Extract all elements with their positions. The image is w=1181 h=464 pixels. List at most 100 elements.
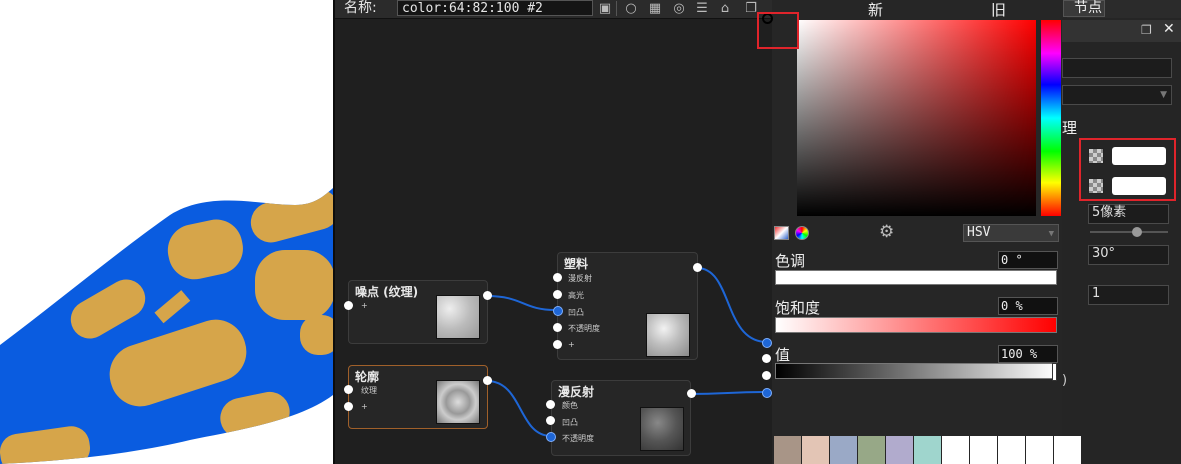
preset-swatch[interactable] [942, 436, 969, 464]
input-port[interactable] [344, 385, 353, 394]
count-field[interactable]: 1 [1088, 285, 1169, 305]
angle-field[interactable]: 30° [1088, 245, 1169, 265]
input-port[interactable] [553, 273, 562, 282]
highlight-box [1079, 138, 1176, 201]
port-label: + [568, 340, 575, 349]
input-port-connected[interactable] [546, 432, 556, 442]
port-label: 不透明度 [568, 324, 600, 333]
paren-text: ) [1062, 373, 1068, 388]
saturation-value-field[interactable]: 0 % [998, 297, 1058, 315]
saturation-value-area[interactable] [797, 20, 1036, 216]
input-port[interactable] [553, 340, 562, 349]
preset-swatch[interactable] [858, 436, 885, 464]
pixel-size-field[interactable]: 5像素 [1088, 204, 1169, 224]
saturation-slider[interactable] [775, 317, 1057, 333]
3d-viewport[interactable] [0, 0, 333, 464]
node-diffuse[interactable]: 漫反射 颜色 凹凸 不透明度 [551, 380, 691, 456]
input-port[interactable] [546, 400, 555, 409]
port-label: 凹凸 [562, 418, 578, 427]
name-label: 名称: [344, 0, 377, 16]
node-plastic-material[interactable]: 塑料 漫反射 高光 凹凸 不透明度 + [557, 252, 698, 360]
input-port[interactable] [344, 402, 353, 411]
old-color-label: 旧 [991, 1, 1007, 19]
checker-icon[interactable]: ▦ [647, 1, 663, 16]
preset-swatch[interactable] [1026, 436, 1053, 464]
sphere-icon[interactable]: ○ [623, 1, 639, 16]
close-icon[interactable]: ✕ [1163, 21, 1175, 37]
preset-swatch[interactable] [802, 436, 829, 464]
value-slider[interactable] [775, 363, 1057, 379]
name-input[interactable]: color:64:82:100 #2 [397, 0, 593, 16]
port-label: 高光 [568, 291, 584, 300]
preset-swatch[interactable] [774, 436, 801, 464]
slider-track[interactable] [1090, 231, 1168, 233]
port-label: + [361, 301, 368, 310]
save-icon[interactable]: ▣ [597, 1, 613, 16]
tab-nodes[interactable]: 节点 [1063, 0, 1105, 17]
noise-thumbnail [436, 295, 480, 339]
preset-swatch[interactable] [914, 436, 941, 464]
lock-icon[interactable]: ⌂ [717, 1, 733, 16]
preset-swatch[interactable] [830, 436, 857, 464]
textured-surface [0, 188, 333, 464]
hue-label: 色调 [775, 252, 806, 270]
slider-handle[interactable] [1132, 227, 1142, 237]
material-thumbnail [646, 313, 690, 357]
swatch-row [774, 436, 1081, 464]
property-dropdown[interactable]: ▼ [1062, 85, 1172, 105]
highlight-box [757, 12, 799, 49]
chevron-down-icon: ▼ [1048, 229, 1054, 239]
hue-slider[interactable] [775, 270, 1057, 285]
input-port[interactable] [553, 323, 562, 332]
value-slider-handle[interactable] [1052, 363, 1057, 381]
property-field[interactable] [1062, 58, 1172, 78]
chevron-down-icon: ▼ [1160, 90, 1167, 100]
new-color-label: 新 [868, 1, 884, 19]
input-port-connected[interactable] [553, 306, 563, 316]
port-label: 颜色 [562, 401, 578, 410]
port-label: 纹理 [361, 386, 377, 395]
color-wheel-icon[interactable] [795, 226, 809, 240]
outline-thumbnail [436, 380, 480, 424]
preset-swatch[interactable] [998, 436, 1025, 464]
saturation-label: 饱和度 [775, 299, 821, 317]
input-port-connected[interactable] [762, 338, 772, 348]
port-label: 漫反射 [568, 274, 592, 283]
port-label: 不透明度 [562, 434, 594, 443]
preset-swatch[interactable] [1054, 436, 1081, 464]
output-port[interactable] [687, 389, 696, 398]
output-port[interactable] [483, 376, 492, 385]
input-port[interactable] [344, 301, 353, 310]
palette-icon[interactable] [774, 226, 789, 240]
hue-value-field[interactable]: 0 ° [998, 251, 1058, 269]
hue-bar[interactable] [1041, 20, 1061, 216]
node-title: 漫反射 [558, 385, 595, 399]
diffuse-thumbnail [640, 407, 684, 451]
texture-label: 理 [1062, 119, 1078, 137]
target-icon[interactable]: ◎ [671, 1, 687, 16]
color-mode-select[interactable]: HSV ▼ [963, 224, 1059, 242]
preset-swatch[interactable] [970, 436, 997, 464]
input-port[interactable] [762, 354, 771, 363]
port-label: + [361, 402, 368, 411]
node-title: 噪点 (纹理) [355, 285, 419, 299]
input-port[interactable] [762, 371, 771, 380]
input-port[interactable] [553, 290, 562, 299]
sliders-icon[interactable]: ☰ [694, 1, 710, 16]
color-mode-value: HSV [967, 225, 991, 240]
value-label: 值 [775, 346, 791, 364]
input-port-connected[interactable] [762, 388, 772, 398]
color-compare-bar [772, 0, 1067, 18]
input-port[interactable] [546, 416, 555, 425]
output-port[interactable] [483, 291, 492, 300]
value-value-field[interactable]: 100 % [998, 345, 1058, 363]
toolbar-divider [616, 1, 617, 16]
port-label: 凹凸 [568, 308, 584, 317]
node-noise-texture[interactable]: 噪点 (纹理) + [348, 280, 488, 344]
node-outline[interactable]: 轮廓 纹理 + [348, 365, 488, 429]
preset-swatch[interactable] [886, 436, 913, 464]
output-port[interactable] [693, 263, 702, 272]
restore-window-icon[interactable]: ❐ [1141, 23, 1152, 37]
gear-icon[interactable]: ⚙ [879, 222, 894, 242]
node-title: 塑料 [564, 257, 589, 271]
